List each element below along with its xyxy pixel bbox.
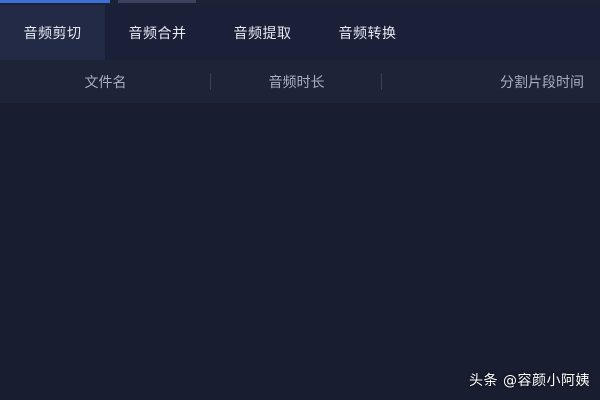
watermark: 头条 @容颜小阿姨 bbox=[469, 373, 590, 389]
column-header-duration[interactable]: 音频时长 bbox=[211, 60, 382, 103]
tab-audio-cut[interactable]: 音频剪切 bbox=[0, 5, 105, 60]
top-obscured-text bbox=[118, 0, 196, 3]
table-header: 文件名 音频时长 分割片段时间 bbox=[0, 60, 600, 103]
column-header-filename[interactable]: 文件名 bbox=[0, 60, 211, 103]
top-accent-bar bbox=[0, 0, 110, 3]
tab-audio-convert[interactable]: 音频转换 bbox=[315, 5, 420, 60]
app-window: 音频剪切 音频合并 音频提取 音频转换 文件名 音频时长 分割片段时间 头条 @… bbox=[0, 0, 600, 400]
tab-bar: 音频剪切 音频合并 音频提取 音频转换 bbox=[0, 5, 600, 60]
column-header-split-time[interactable]: 分割片段时间 bbox=[382, 60, 600, 103]
tab-audio-merge[interactable]: 音频合并 bbox=[105, 5, 210, 60]
tab-audio-extract[interactable]: 音频提取 bbox=[210, 5, 315, 60]
file-list-empty[interactable] bbox=[0, 103, 600, 400]
